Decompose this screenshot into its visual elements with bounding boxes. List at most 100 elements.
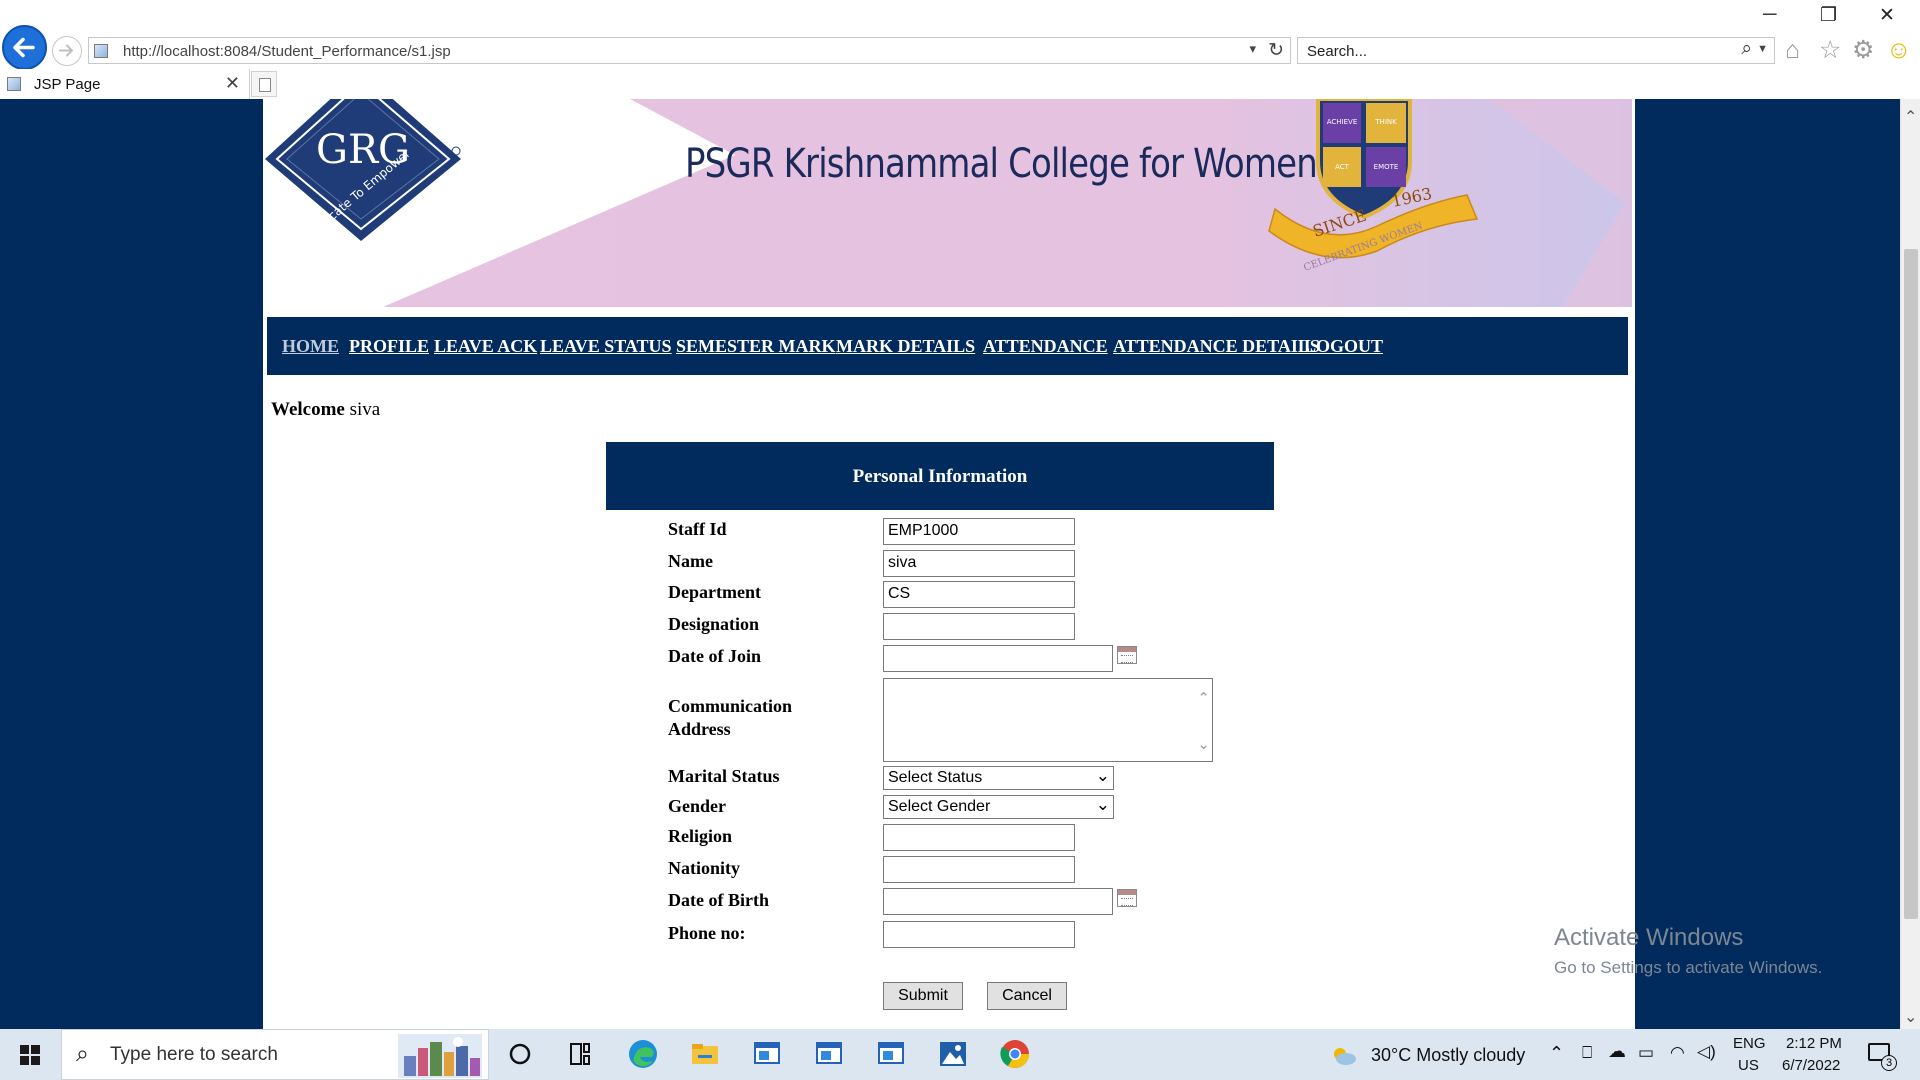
designation-input[interactable]: [883, 613, 1075, 640]
date-of-birth-input[interactable]: [883, 888, 1113, 915]
nav-leave-ack[interactable]: LEAVE ACK: [434, 336, 537, 357]
gender-label: Gender: [668, 796, 726, 816]
cancel-button[interactable]: Cancel: [987, 982, 1067, 1010]
show-hidden-icons-chevron-icon[interactable]: ⌃: [1549, 1043, 1564, 1064]
taskbar-search-placeholder[interactable]: Type here to search: [110, 1044, 278, 1066]
college-banner: GRG Educate To Empower ACHIEVE THINK ACT…: [265, 99, 1632, 307]
tab-title[interactable]: JSP Page: [34, 76, 100, 93]
browser-chrome: http://localhost:8084/Student_Performanc…: [0, 0, 1920, 99]
battery-icon[interactable]: ▭: [1638, 1043, 1654, 1063]
settings-gear-icon[interactable]: ⚙: [1852, 36, 1874, 64]
staff-id-input[interactable]: EMP1000: [883, 518, 1075, 545]
phone-input[interactable]: [883, 921, 1075, 948]
address-bar[interactable]: http://localhost:8084/Student_Performanc…: [88, 37, 1291, 64]
nav-attendance[interactable]: ATTENDANCE: [983, 336, 1108, 357]
search-dropdown-icon[interactable]: ▼: [1757, 43, 1768, 55]
onedrive-cloud-icon[interactable]: ☁: [1608, 1041, 1626, 1062]
nav-mark-details[interactable]: MARK DETAILS: [836, 336, 975, 357]
svg-text:ACHIEVE: ACHIEVE: [1327, 118, 1358, 126]
nav-leave-status[interactable]: LEAVE STATUS: [540, 336, 672, 357]
department-input[interactable]: CS: [883, 581, 1075, 608]
scroll-up-icon[interactable]: ⌃: [1197, 689, 1210, 707]
communication-address-textarea[interactable]: ⌃ ⌄: [883, 678, 1213, 762]
language-line1[interactable]: ENG: [1733, 1035, 1766, 1052]
edge-icon[interactable]: [626, 1037, 660, 1071]
search-icon: ⌕: [76, 1040, 89, 1066]
device-icon[interactable]: ⎕: [1582, 1043, 1592, 1063]
nav-logout[interactable]: LOGOUT: [1304, 336, 1383, 357]
date-of-join-label: Date of Join: [668, 646, 761, 666]
nav-semester-mark[interactable]: SEMESTER MARK: [676, 336, 836, 357]
browser-search-box[interactable]: Search... ⌕ ▼: [1297, 37, 1775, 64]
chevron-down-icon: ⌄: [1095, 795, 1110, 814]
phone-label: Phone no:: [668, 923, 746, 943]
address-dropdown-icon[interactable]: ▾: [1249, 41, 1256, 57]
browser-tab[interactable]: JSP Page ✕: [0, 69, 250, 99]
nationality-input[interactable]: [883, 856, 1075, 883]
language-line2[interactable]: US: [1738, 1057, 1759, 1074]
back-button[interactable]: [2, 25, 47, 70]
browser-search-placeholder[interactable]: Search...: [1307, 43, 1367, 60]
nav-attendance-details[interactable]: ATTENDANCE DETAILS: [1113, 336, 1320, 357]
app-window-icon[interactable]: [874, 1037, 908, 1071]
college-name: PSGR Krishnammal College for Women: [685, 141, 1318, 187]
marital-status-select[interactable]: Select Status ⌄: [883, 766, 1114, 790]
name-input[interactable]: siva: [883, 550, 1075, 577]
photos-icon[interactable]: [936, 1037, 970, 1071]
app-window-icon[interactable]: [812, 1037, 846, 1071]
favorites-star-icon[interactable]: ☆: [1819, 36, 1841, 64]
calendar-icon[interactable]: [1117, 889, 1137, 907]
minimize-button[interactable]: ─: [1763, 4, 1776, 26]
scroll-down-icon[interactable]: ⌄: [1197, 735, 1210, 753]
welcome-message: Welcome siva: [271, 399, 380, 421]
feedback-smiley-icon[interactable]: ☺: [1886, 36, 1912, 64]
tab-close-icon[interactable]: ✕: [225, 73, 240, 94]
notification-count-badge: 3: [1881, 1055, 1897, 1071]
scroll-down-arrow-icon[interactable]: ⌄: [1904, 1007, 1917, 1027]
calendar-icon[interactable]: [1117, 646, 1137, 664]
form-title: Personal Information: [852, 466, 1028, 487]
app-window-icon[interactable]: [750, 1037, 784, 1071]
weather-text[interactable]: 30°C Mostly cloudy: [1371, 1045, 1525, 1066]
search-icon[interactable]: ⌕: [1741, 38, 1752, 60]
clock-time[interactable]: 2:12 PM: [1786, 1035, 1842, 1052]
chrome-icon[interactable]: [998, 1037, 1032, 1071]
name-label: Name: [668, 551, 713, 571]
address-label-line2: Address: [668, 719, 731, 739]
welcome-user: siva: [349, 399, 381, 420]
scrollbar-thumb[interactable]: [1904, 249, 1918, 919]
wifi-icon[interactable]: ◠: [1670, 1043, 1685, 1063]
clock-date[interactable]: 6/7/2022: [1782, 1057, 1840, 1074]
svg-text:ACT: ACT: [1335, 163, 1350, 171]
cortana-icon[interactable]: [503, 1037, 537, 1071]
restore-button[interactable]: ❐: [1820, 4, 1837, 27]
new-tab-button[interactable]: [251, 71, 277, 97]
marital-status-label: Marital Status: [668, 766, 780, 786]
close-window-button[interactable]: ✕: [1879, 4, 1895, 27]
search-highlight-icon: [398, 1034, 482, 1078]
gender-selected: Select Gender: [888, 798, 991, 815]
banner-graphic: GRG Educate To Empower ACHIEVE THINK ACT…: [265, 99, 1632, 307]
date-of-birth-label: Date of Birth: [668, 890, 769, 910]
date-of-join-input[interactable]: [883, 645, 1113, 672]
page-viewport: GRG Educate To Empower ACHIEVE THINK ACT…: [0, 99, 1900, 1029]
taskbar-search-box[interactable]: ⌕ Type here to search: [61, 1029, 489, 1080]
page-favicon-icon: [94, 44, 108, 58]
religion-input[interactable]: [883, 824, 1075, 851]
home-icon[interactable]: ⌂: [1785, 36, 1800, 64]
refresh-icon[interactable]: ↻: [1268, 39, 1284, 62]
weather-cloud-icon[interactable]: [1330, 1045, 1358, 1067]
forward-button[interactable]: [52, 36, 82, 66]
scroll-up-arrow-icon[interactable]: ⌃: [1904, 107, 1917, 127]
windows-start-icon[interactable]: [20, 1045, 40, 1065]
volume-icon[interactable]: ◁): [1697, 1042, 1716, 1062]
submit-button[interactable]: Submit: [883, 982, 963, 1010]
forward-arrow-icon: [59, 44, 74, 57]
file-explorer-icon[interactable]: [688, 1037, 722, 1071]
task-view-icon[interactable]: [563, 1037, 597, 1071]
page-scrollbar[interactable]: ⌃ ⌄: [1900, 99, 1920, 1029]
gender-select[interactable]: Select Gender ⌄: [883, 795, 1114, 819]
nav-home[interactable]: HOME: [282, 336, 339, 357]
address-url[interactable]: http://localhost:8084/Student_Performanc…: [123, 43, 451, 60]
nav-profile[interactable]: PROFILE: [349, 336, 429, 357]
